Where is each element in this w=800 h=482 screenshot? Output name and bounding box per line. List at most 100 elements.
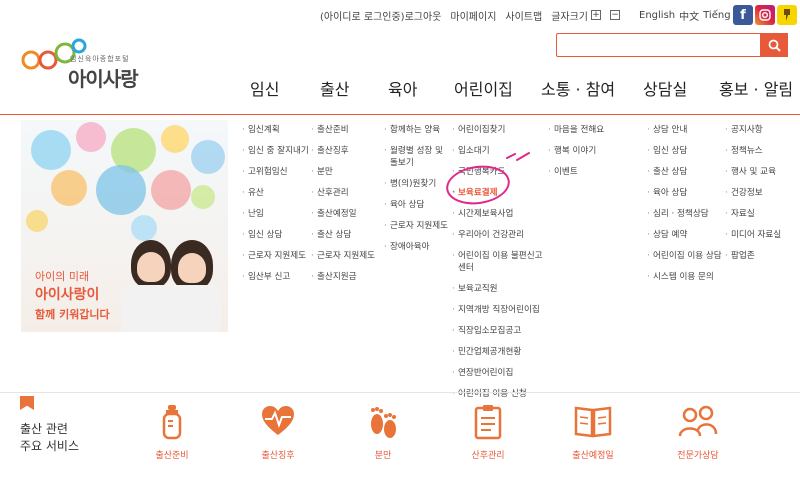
search-input[interactable]: [556, 33, 788, 57]
menu-item[interactable]: 출산 상담: [646, 166, 726, 178]
menu-item[interactable]: 출산준비: [310, 124, 382, 136]
menu-item[interactable]: 임신 상담: [646, 145, 726, 157]
nav-item-news[interactable]: 홍보 · 알림: [719, 76, 793, 100]
menu-item[interactable]: 병(의)원찾기: [383, 178, 453, 190]
promo-line2: 아이사랑이: [35, 287, 100, 303]
font-decrease-button[interactable]: −: [610, 10, 621, 20]
menu-item[interactable]: 우리아이 건강관리: [451, 229, 546, 241]
service-label: 출산예정일: [572, 451, 614, 461]
menu-item[interactable]: 어린이집 이용 불편신고센터: [451, 250, 546, 274]
menu-item[interactable]: 근로자 지원제도: [241, 250, 311, 262]
menu-item[interactable]: 함께하는 양육: [383, 124, 453, 136]
menu-item[interactable]: 건강정보: [724, 187, 800, 199]
nav-item-community[interactable]: 소통 · 참여: [541, 76, 615, 100]
menu-col-parenting: 함께하는 양육 월령별 성장 및 돌보기 병(의)원찾기 육아 상담 근로자 지…: [383, 124, 453, 262]
nav-item-birth[interactable]: 출산: [320, 76, 349, 100]
menu-item[interactable]: 임신 중 잘지내기: [241, 145, 311, 157]
menu-item[interactable]: 육아 상담: [383, 199, 453, 211]
menu-item[interactable]: 시스템 이용 문의: [646, 271, 726, 283]
lang-chinese[interactable]: 中文: [679, 8, 699, 23]
menu-item[interactable]: 산후관리: [310, 187, 382, 199]
menu-item[interactable]: 출산 상담: [310, 229, 382, 241]
menu-item[interactable]: 근로자 지원제도: [383, 220, 453, 232]
service-birth-signs[interactable]: 출산징후: [228, 404, 328, 464]
menu-item[interactable]: 이벤트: [547, 166, 642, 178]
service-delivery[interactable]: 분만: [333, 404, 433, 464]
service-label: 산후관리: [471, 451, 505, 461]
menu-item[interactable]: 어린이집찾기: [451, 124, 546, 136]
menu-item[interactable]: 행사 및 교육: [724, 166, 800, 178]
font-size-label: 글자크기: [551, 11, 589, 23]
menu-item[interactable]: 자료실: [724, 208, 800, 220]
menu-item[interactable]: 출산징후: [310, 145, 382, 157]
services-title: 출산 관련 주요 서비스: [20, 422, 80, 453]
service-postnatal[interactable]: 산후관리: [438, 404, 538, 464]
menu-item[interactable]: 어린이집 이용 신청: [451, 388, 546, 400]
menu-item[interactable]: 직장입소모집공고: [451, 325, 546, 337]
nav-item-counsel[interactable]: 상담실: [643, 76, 687, 100]
menu-item[interactable]: 팝업존: [724, 250, 800, 262]
service-due-date[interactable]: 출산예정일: [543, 404, 643, 464]
font-increase-button[interactable]: +: [591, 10, 602, 20]
font-size-controls: + −: [591, 10, 629, 20]
promo-banner: 아이의 미래 아이사랑이 함께 키워갑니다: [21, 120, 228, 332]
menu-item[interactable]: 보육교직원: [451, 283, 546, 295]
menu-item[interactable]: 육아 상담: [646, 187, 726, 199]
menu-item[interactable]: 임신계획: [241, 124, 311, 136]
menu-item[interactable]: 심리 · 정책상담: [646, 208, 726, 220]
menu-col-community: 마음을 전해요 행복 이야기 이벤트: [547, 124, 642, 187]
menu-item[interactable]: 유산: [241, 187, 311, 199]
menu-item[interactable]: 출산예정일: [310, 208, 382, 220]
menu-item[interactable]: 난임: [241, 208, 311, 220]
kakaostory-icon[interactable]: [777, 5, 797, 25]
clipboard-icon: [474, 405, 502, 440]
menu-item[interactable]: 공지사항: [724, 124, 800, 136]
nav-divider: [0, 114, 800, 115]
counselors-icon: [678, 405, 718, 437]
instagram-icon[interactable]: [755, 5, 775, 25]
menu-col-daycare: 어린이집찾기 입소대기 국민행복카드 보육료결제 시간제보육사업 우리아이 건강…: [451, 124, 546, 409]
nav-item-pregnancy[interactable]: 임신: [250, 76, 279, 100]
search-icon: [768, 39, 781, 52]
menu-item[interactable]: 분만: [310, 166, 382, 178]
menu-item[interactable]: 지역개방 직장어린이집: [451, 304, 546, 316]
menu-item[interactable]: 상담 안내: [646, 124, 726, 136]
mypage-link[interactable]: 마이페이지: [450, 8, 496, 23]
menu-item[interactable]: 미디어 자료실: [724, 229, 800, 241]
bottle-icon: [162, 405, 182, 440]
menu-item[interactable]: 상담 예약: [646, 229, 726, 241]
menu-item[interactable]: 민간업체공개현황: [451, 346, 546, 358]
service-label: 전문가상담: [677, 451, 719, 461]
sitemap-link[interactable]: 사이트맵: [505, 8, 542, 23]
facebook-icon[interactable]: f: [733, 5, 753, 25]
menu-item[interactable]: 어린이집 이용 상담: [646, 250, 726, 262]
menu-item[interactable]: 월령별 성장 및 돌보기: [383, 145, 453, 169]
logout-link[interactable]: (아이디로 로그인중)로그아웃: [320, 8, 441, 23]
menu-item[interactable]: 임산부 신고: [241, 271, 311, 283]
menu-item[interactable]: 연장반어린이집: [451, 367, 546, 379]
site-logo[interactable]: 임신육아종합포털 아이사랑: [20, 38, 140, 98]
menu-item[interactable]: 임신 상담: [241, 229, 311, 241]
highlight-marks-annotation: [506, 152, 530, 161]
lang-english[interactable]: English: [639, 10, 675, 21]
utility-bar: (아이디로 로그인중)로그아웃 마이페이지 사이트맵 글자크기 + − Engl…: [320, 6, 800, 24]
footprints-icon: [371, 407, 396, 438]
menu-item[interactable]: 행복 이야기: [547, 145, 642, 157]
menu-item[interactable]: 장애아육아: [383, 241, 453, 253]
menu-item[interactable]: 정책뉴스: [724, 145, 800, 157]
nav-item-daycare[interactable]: 어린이집: [454, 76, 513, 100]
menu-col-birth: 출산준비 출산징후 분만 산후관리 출산예정일 출산 상담 근로자 지원제도 출…: [310, 124, 382, 292]
menu-item[interactable]: 고위험임신: [241, 166, 311, 178]
service-birth-prep[interactable]: 출산준비: [122, 404, 222, 464]
menu-item[interactable]: 시간제보육사업: [451, 208, 546, 220]
menu-item[interactable]: 근로자 지원제도: [310, 250, 382, 262]
menu-col-news: 공지사항 정책뉴스 행사 및 교육 건강정보 자료실 미디어 자료실 팝업존: [724, 124, 800, 271]
service-label: 출산징후: [261, 451, 295, 461]
logo-name: 아이사랑: [68, 67, 139, 91]
service-expert-counsel[interactable]: 전문가상담: [648, 404, 748, 464]
main-nav: 임신 출산 육아 어린이집 소통 · 참여 상담실 홍보 · 알림: [235, 76, 800, 100]
menu-item[interactable]: 출산지원금: [310, 271, 382, 283]
nav-item-parenting[interactable]: 육아: [388, 76, 417, 100]
search-button[interactable]: [760, 33, 788, 57]
menu-item[interactable]: 마음을 전해요: [547, 124, 642, 136]
